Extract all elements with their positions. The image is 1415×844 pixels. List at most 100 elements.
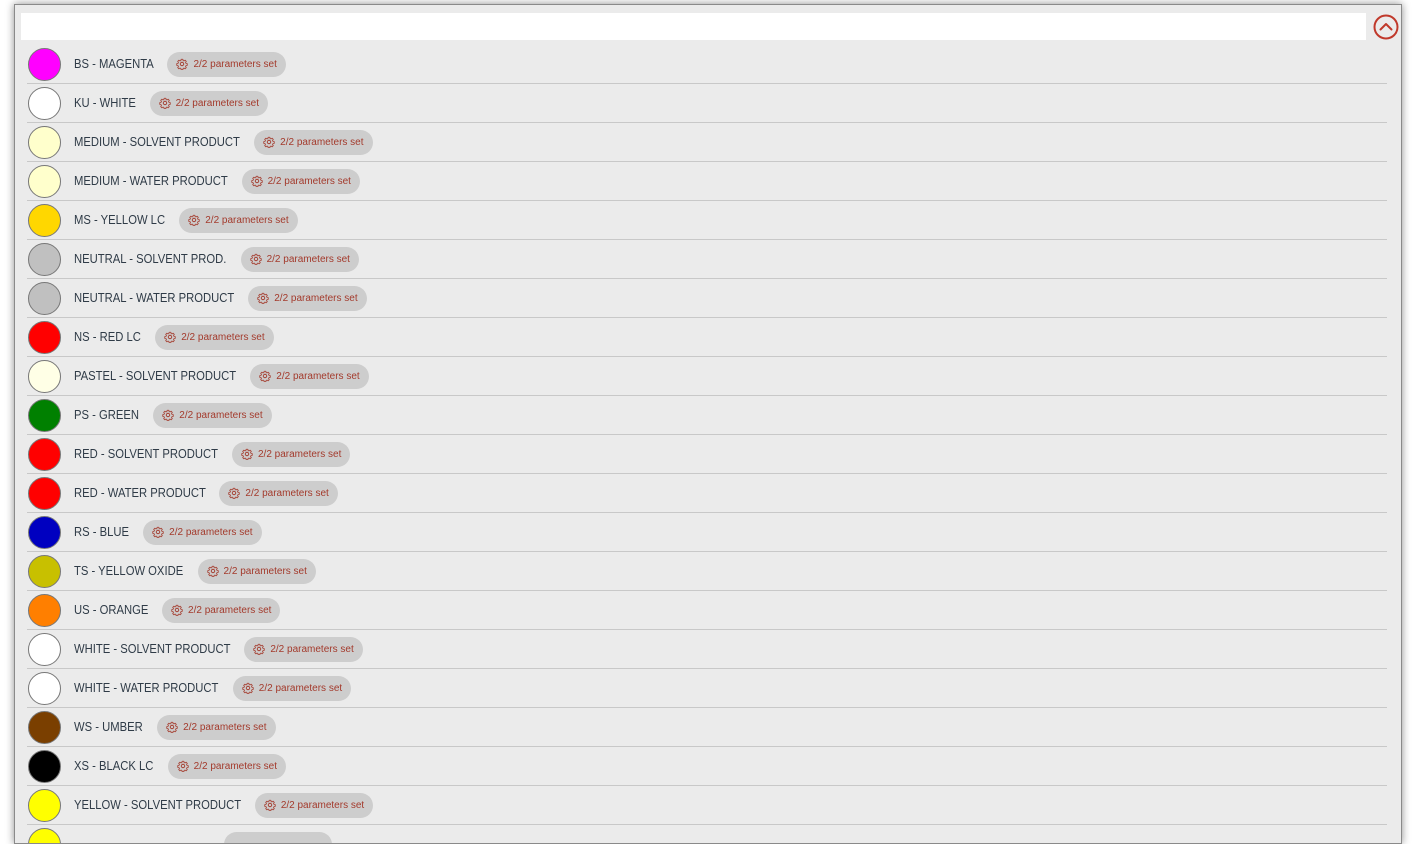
gear-icon xyxy=(264,799,276,811)
color-swatch xyxy=(28,126,61,159)
parameters-badge-label: 2/2 parameters set xyxy=(276,371,359,382)
parameters-badge[interactable]: 2/2 parameters set xyxy=(162,598,280,623)
colorant-name: KU - WHITE xyxy=(74,96,136,110)
parameters-badge[interactable]: 2/2 parameters set xyxy=(244,637,362,662)
gear-icon xyxy=(251,175,263,187)
parameters-badge[interactable]: 2/2 parameters set xyxy=(179,208,297,233)
parameters-badge[interactable]: 2/2 parameters set xyxy=(219,481,337,506)
color-swatch xyxy=(28,204,61,237)
colorant-name: YELLOW - SOLVENT PRODUCT xyxy=(74,798,241,812)
colorant-name: MEDIUM - WATER PRODUCT xyxy=(74,174,228,188)
gear-icon xyxy=(257,292,269,304)
gear-icon xyxy=(253,643,265,655)
list-item[interactable]: XS - BLACK LC2/2 parameters set xyxy=(27,747,1387,786)
list-item[interactable]: RED - SOLVENT PRODUCT2/2 parameters set xyxy=(27,435,1387,474)
parameters-badge-label: 2/2 parameters set xyxy=(270,644,353,655)
colorant-name: WHITE - WATER PRODUCT xyxy=(74,681,218,695)
list-item[interactable]: PASTEL - SOLVENT PRODUCT2/2 parameters s… xyxy=(27,357,1387,396)
parameters-badge[interactable]: 2/2 parameters set xyxy=(242,169,360,194)
parameters-badge[interactable]: 2/2 parameters set xyxy=(254,130,372,155)
gear-icon xyxy=(171,604,183,616)
parameters-badge-label: 2/2 parameters set xyxy=(224,566,307,577)
color-swatch xyxy=(28,633,61,666)
collapse-button[interactable] xyxy=(1373,14,1399,40)
parameters-badge-label: 2/2 parameters set xyxy=(188,605,271,616)
color-swatch xyxy=(28,87,61,120)
parameters-badge[interactable]: 2/2 parameters set xyxy=(167,52,285,77)
colorant-list-panel: BS - MAGENTA2/2 parameters setKU - WHITE… xyxy=(14,4,1402,844)
parameters-badge-label: 2/2 parameters set xyxy=(258,449,341,460)
parameters-badge[interactable]: 2/2 parameters set xyxy=(150,91,268,116)
color-swatch xyxy=(28,438,61,471)
list-item[interactable]: MEDIUM - WATER PRODUCT 2/2 parameters set xyxy=(27,162,1387,201)
parameters-badge[interactable]: 2/2 parameters set xyxy=(157,715,275,740)
parameters-badge[interactable]: 2/2 parameters set xyxy=(232,442,350,467)
parameters-badge[interactable]: 2/2 parameters set xyxy=(153,403,271,428)
parameters-badge-label: 2/2 parameters set xyxy=(176,98,259,109)
list-item[interactable]: NEUTRAL - SOLVENT PROD. 2/2 parameters se… xyxy=(27,240,1387,279)
color-swatch xyxy=(28,594,61,627)
color-swatch xyxy=(28,789,61,822)
parameters-badge[interactable]: 2/2 parameters set xyxy=(255,793,373,818)
list-item[interactable]: YELLOW - SOLVENT PRODUCT 2/2 parameters s… xyxy=(27,786,1387,825)
colorant-name: NEUTRAL - WATER PRODUCT xyxy=(74,291,234,305)
parameters-badge[interactable] xyxy=(224,832,332,844)
parameters-badge-label: 2/2 parameters set xyxy=(274,293,357,304)
list-item[interactable] xyxy=(27,825,1387,844)
parameters-badge[interactable]: 2/2 parameters set xyxy=(155,325,273,350)
search-input[interactable] xyxy=(21,13,1366,40)
color-swatch xyxy=(28,750,61,783)
list-item[interactable]: WS - UMBER2/2 parameters set xyxy=(27,708,1387,747)
parameters-badge[interactable]: 2/2 parameters set xyxy=(250,364,368,389)
parameters-badge-label: 2/2 parameters set xyxy=(181,332,264,343)
list-item[interactable]: NS - RED LC 2/2 parameters set xyxy=(27,318,1387,357)
parameters-badge[interactable]: 2/2 parameters set xyxy=(233,676,351,701)
list-item[interactable]: RED - WATER PRODUCT2/2 parameters set xyxy=(27,474,1387,513)
list-item[interactable]: KU - WHITE 2/2 parameters set xyxy=(27,84,1387,123)
color-swatch xyxy=(28,48,61,81)
parameters-badge-label: 2/2 parameters set xyxy=(281,800,364,811)
gear-icon xyxy=(250,253,262,265)
parameters-badge[interactable]: 2/2 parameters set xyxy=(248,286,366,311)
parameters-badge[interactable]: 2/2 parameters set xyxy=(241,247,359,272)
color-swatch xyxy=(28,165,61,198)
list-item[interactable]: RS - BLUE 2/2 parameters set xyxy=(27,513,1387,552)
parameters-badge-label: 2/2 parameters set xyxy=(280,137,363,148)
gear-icon xyxy=(242,682,254,694)
gear-icon xyxy=(259,370,271,382)
gear-icon xyxy=(228,487,240,499)
list-item[interactable]: US - ORANGE2/2 parameters set xyxy=(27,591,1387,630)
gear-icon xyxy=(263,136,275,148)
gear-icon xyxy=(166,721,178,733)
colorant-name: RS - BLUE xyxy=(74,525,129,539)
colorant-name: NEUTRAL - SOLVENT PROD. xyxy=(74,252,226,266)
list-item[interactable]: MS - YELLOW LC 2/2 parameters set xyxy=(27,201,1387,240)
search-row xyxy=(21,12,1399,42)
list-item[interactable]: WHITE - SOLVENT PRODUCT2/2 parameters se… xyxy=(27,630,1387,669)
parameters-badge-label: 2/2 parameters set xyxy=(267,254,350,265)
parameters-badge-label: 2/2 parameters set xyxy=(259,683,342,694)
parameters-badge-label: 2/2 parameters set xyxy=(193,59,276,70)
list-item[interactable]: NEUTRAL - WATER PRODUCT 2/2 parameters se… xyxy=(27,279,1387,318)
parameters-badge[interactable]: 2/2 parameters set xyxy=(198,559,316,584)
colorant-name: TS - YELLOW OXIDE xyxy=(74,564,183,578)
list-item[interactable]: WHITE - WATER PRODUCT 2/2 parameters set xyxy=(27,669,1387,708)
colorant-name: MS - YELLOW LC xyxy=(74,213,165,227)
parameters-badge[interactable]: 2/2 parameters set xyxy=(168,754,286,779)
colorant-list: BS - MAGENTA2/2 parameters setKU - WHITE… xyxy=(27,45,1387,844)
color-swatch xyxy=(28,321,61,354)
gear-icon xyxy=(162,409,174,421)
parameters-badge-label: 2/2 parameters set xyxy=(245,488,328,499)
list-item[interactable]: TS - YELLOW OXIDE 2/2 parameters set xyxy=(27,552,1387,591)
color-swatch xyxy=(28,282,61,315)
gear-icon xyxy=(152,526,164,538)
list-item[interactable]: MEDIUM - SOLVENT PRODUCT2/2 parameters s… xyxy=(27,123,1387,162)
list-item[interactable]: PS - GREEN2/2 parameters set xyxy=(27,396,1387,435)
color-swatch xyxy=(28,243,61,276)
gear-icon xyxy=(159,97,171,109)
list-item[interactable]: BS - MAGENTA2/2 parameters set xyxy=(27,45,1387,84)
color-swatch xyxy=(28,399,61,432)
color-swatch xyxy=(28,828,61,844)
parameters-badge[interactable]: 2/2 parameters set xyxy=(143,520,261,545)
colorant-name: NS - RED LC xyxy=(74,330,141,344)
